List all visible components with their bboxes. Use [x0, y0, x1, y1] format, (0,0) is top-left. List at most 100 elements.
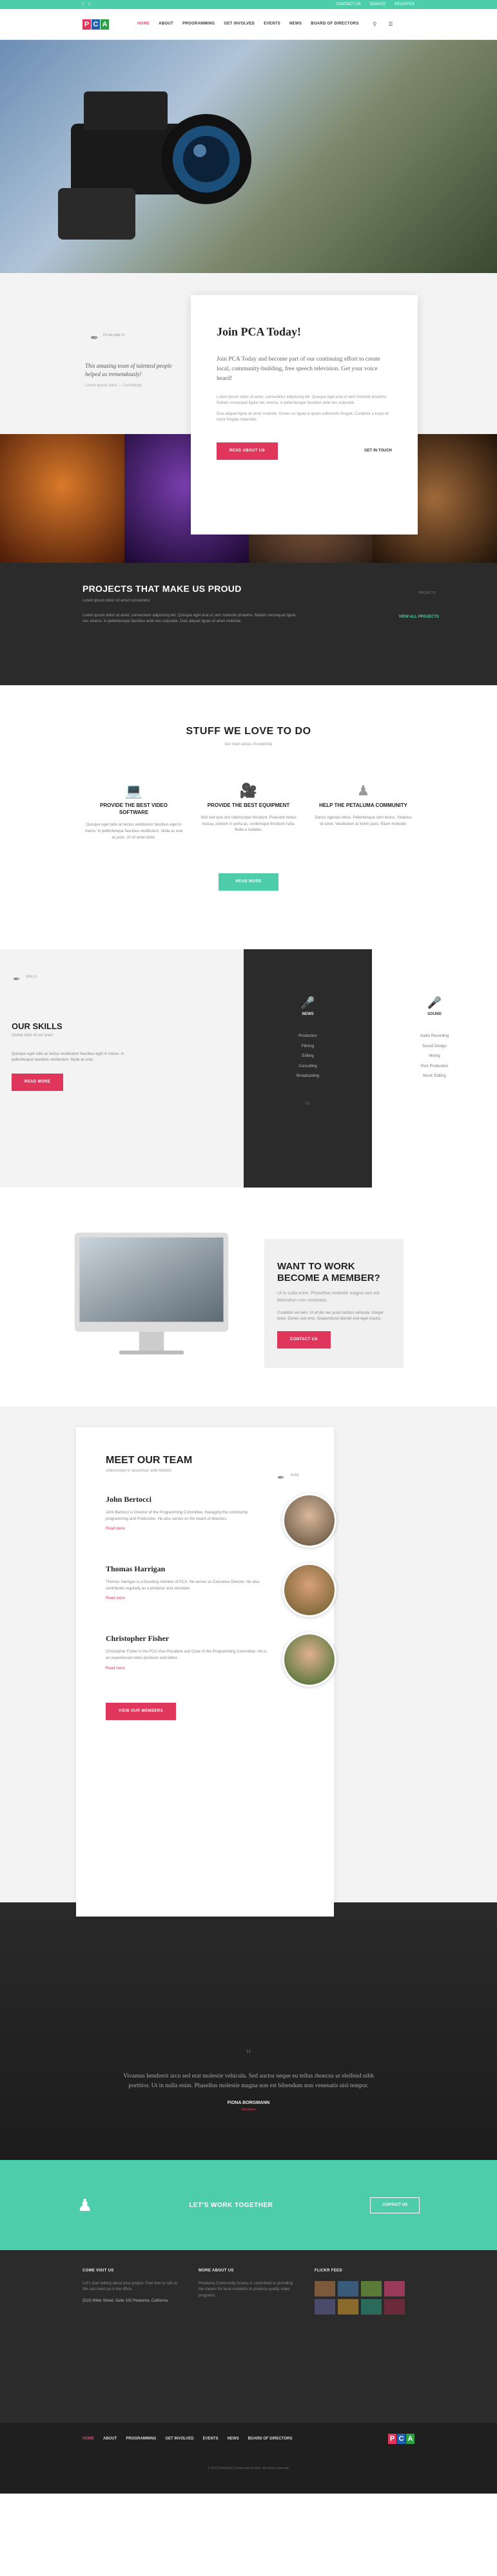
- nav-item-about[interactable]: ABOUT: [159, 21, 173, 27]
- projects-title: PROJECTS THAT MAKE US PROUD: [83, 583, 242, 594]
- mic-icon: 🎤: [427, 996, 442, 1009]
- projects-subtitle: Lorem ipsum dolor sit amet consectetur: [83, 599, 151, 603]
- quote-text: This amazing team of talented people hel…: [85, 363, 172, 377]
- flickr-thumb[interactable]: [338, 2280, 358, 2297]
- member-section: WANT TO WORK BECOME A MEMBER? Ut in null…: [0, 1188, 497, 1406]
- view-all-projects-link[interactable]: VIEW ALL PROJECTS: [399, 614, 439, 620]
- footer-nav-about[interactable]: ABOUT: [103, 2436, 117, 2442]
- member-name: Christopher Fisher: [106, 1634, 170, 1643]
- footer-nav-get-involved[interactable]: GET INVOLVED: [165, 2436, 193, 2442]
- logo-letter: C: [397, 2434, 405, 2444]
- nav-item-news[interactable]: NEWS: [289, 21, 302, 27]
- skill-item: Audio Recording: [420, 1034, 449, 1038]
- footer-heading: FLICKR FEED: [315, 2269, 342, 2273]
- skills-read-more-button[interactable]: READ MORE: [12, 1073, 64, 1091]
- skill-item: Editing: [302, 1054, 314, 1059]
- skill-item: Filming: [301, 1044, 315, 1048]
- view-members-button[interactable]: VIEW OUR MEMBERS: [106, 1702, 177, 1720]
- get-in-touch-link[interactable]: GET IN TOUCH: [364, 448, 392, 454]
- service-item: ♟ HELP THE PETALUMA COMMUNITY Donec eges…: [315, 780, 413, 841]
- flickr-thumb[interactable]: [315, 2298, 335, 2315]
- join-title: Join PCA Today!: [217, 325, 302, 338]
- avatar: [282, 1633, 336, 1687]
- team-section: ✒ TEAM MEET OUR TEAM Ullamcorper in accu…: [0, 1406, 497, 1917]
- footer-nav-events[interactable]: EVENTS: [203, 2436, 219, 2442]
- nav-item-board[interactable]: BOARD OF DIRECTORS: [311, 21, 358, 27]
- quote-icon: “: [246, 2047, 251, 2063]
- flickr-thumb[interactable]: [315, 2280, 335, 2297]
- skill-item: Post Production: [420, 1064, 449, 1068]
- testimonial-name: FIONA BORGMANN: [227, 2101, 270, 2106]
- flickr-thumb[interactable]: [384, 2280, 405, 2297]
- pca-logo[interactable]: P C A: [83, 19, 109, 30]
- read-about-button[interactable]: READ ABOUT US: [217, 442, 278, 460]
- monitor-illustration: [74, 1233, 229, 1355]
- footer-nav-home[interactable]: HOME: [83, 2436, 94, 2442]
- service-text: Donec egestas tellus. Pellentesque sem l…: [315, 816, 412, 826]
- logo-letter: A: [101, 19, 109, 30]
- camera-illustration: [58, 91, 251, 240]
- donate-link[interactable]: DONATE: [370, 2, 386, 8]
- nav-item-home[interactable]: HOME: [137, 21, 150, 27]
- read-more-link[interactable]: Read more: [106, 1526, 304, 1532]
- flickr-thumb[interactable]: [384, 2298, 405, 2315]
- contact-us-button[interactable]: CONTACT US: [277, 1331, 331, 1349]
- nav-item-events[interactable]: EVENTS: [264, 21, 280, 27]
- copyright: © 2015 Petaluma Community Access. All ri…: [0, 2455, 497, 2494]
- quote-author: Lorem ipsum dolor — Somebody: [85, 384, 142, 388]
- pen-icon: ✒: [13, 974, 21, 984]
- cart-icon[interactable]: ☰: [388, 21, 393, 28]
- team-title: MEET OUR TEAM: [106, 1455, 193, 1466]
- avatar: [282, 1493, 336, 1548]
- skills-panel-dark: 🎤 NEWS Production Filming Editing Consul…: [244, 949, 372, 1188]
- nav-item-get-involved[interactable]: GET INVOLVED: [224, 21, 255, 27]
- bottom-nav: HOME ABOUT PROGRAMMING GET INVOLVED EVEN…: [0, 2423, 497, 2455]
- register-link[interactable]: REGISTER: [395, 2, 414, 8]
- read-more-button[interactable]: READ MORE: [219, 873, 278, 891]
- skills-title: OUR SKILLS: [12, 1021, 63, 1031]
- services-title: STUFF WE LOVE TO DO: [186, 726, 311, 737]
- team-member: John Bertocci John Bertocci is Director …: [106, 1493, 336, 1548]
- logo-letter: P: [388, 2434, 396, 2444]
- nav-item-programming[interactable]: PROGRAMMING: [182, 21, 215, 27]
- skills-section: ✒ SKILLS OUR SKILLS Global skills of our…: [0, 949, 497, 1188]
- skill-item: Broadcasting: [296, 1074, 320, 1079]
- read-more-link[interactable]: Read more: [106, 1666, 304, 1672]
- gallery-image[interactable]: [0, 434, 124, 563]
- footer-logo[interactable]: P C A: [388, 2434, 414, 2444]
- logo-letter: A: [406, 2434, 414, 2444]
- footer: COME VISIT US Let's start talking about …: [0, 2250, 497, 2423]
- projects-text: Lorem ipsum dolor sit amet, consectetur …: [83, 614, 296, 623]
- logo-letter: C: [92, 19, 100, 30]
- member-name: John Bertocci: [106, 1495, 151, 1504]
- footer-nav-board[interactable]: BOARD OF DIRECTORS: [248, 2436, 293, 2442]
- testimonial-role: Volunteer: [240, 2107, 257, 2112]
- footer-address: (510) Miller Street, Suite 102 Petaluma,…: [83, 2298, 168, 2303]
- search-icon[interactable]: ⚲: [373, 21, 377, 28]
- footer-text: Let's start talking about your project. …: [83, 2281, 179, 2292]
- twitter-icon[interactable]: t: [89, 2, 90, 8]
- footer-text: Petaluma Community Access is committed t…: [199, 2281, 293, 2298]
- team-tag: TEAM: [290, 1473, 299, 1477]
- contact-link[interactable]: CONTACT US: [336, 2, 360, 8]
- cta-contact-button[interactable]: CONTACT US: [370, 2197, 420, 2213]
- skill-item: Music Editing: [423, 1074, 446, 1079]
- member-bio: John Bertocci is Director of the Program…: [106, 1511, 248, 1521]
- main-nav: P C A HOME ABOUT PROGRAMMING GET INVOLVE…: [0, 9, 497, 40]
- flickr-thumb[interactable]: [361, 2280, 382, 2297]
- projects-section: PROJECTS THAT MAKE US PROUD Lorem ipsum …: [0, 563, 497, 685]
- facebook-icon[interactable]: f: [83, 2, 84, 8]
- flickr-feed: [315, 2280, 411, 2315]
- member-bio: Christopher Fisher is the PCA Vice-Presi…: [106, 1650, 267, 1660]
- footer-nav-news[interactable]: NEWS: [228, 2436, 239, 2442]
- projects-tag: PROJECTS: [418, 591, 436, 595]
- flickr-thumb[interactable]: [361, 2298, 382, 2315]
- member-bio: Thomas Harrigan is a founding member of …: [106, 1580, 260, 1591]
- flickr-thumb[interactable]: [338, 2298, 358, 2315]
- skills-subtitle: Global skills of our team: [12, 1033, 54, 1037]
- testimonial-text: Vivamus hendrerit arcu sed erat molestie…: [123, 2073, 374, 2090]
- join-text-2: Duis aliquet ligula sit amet molestie. D…: [217, 412, 389, 422]
- read-more-link[interactable]: Read more: [106, 1596, 304, 1602]
- footer-nav-programming[interactable]: PROGRAMMING: [126, 2436, 156, 2442]
- camera-icon: 🎥: [239, 782, 258, 799]
